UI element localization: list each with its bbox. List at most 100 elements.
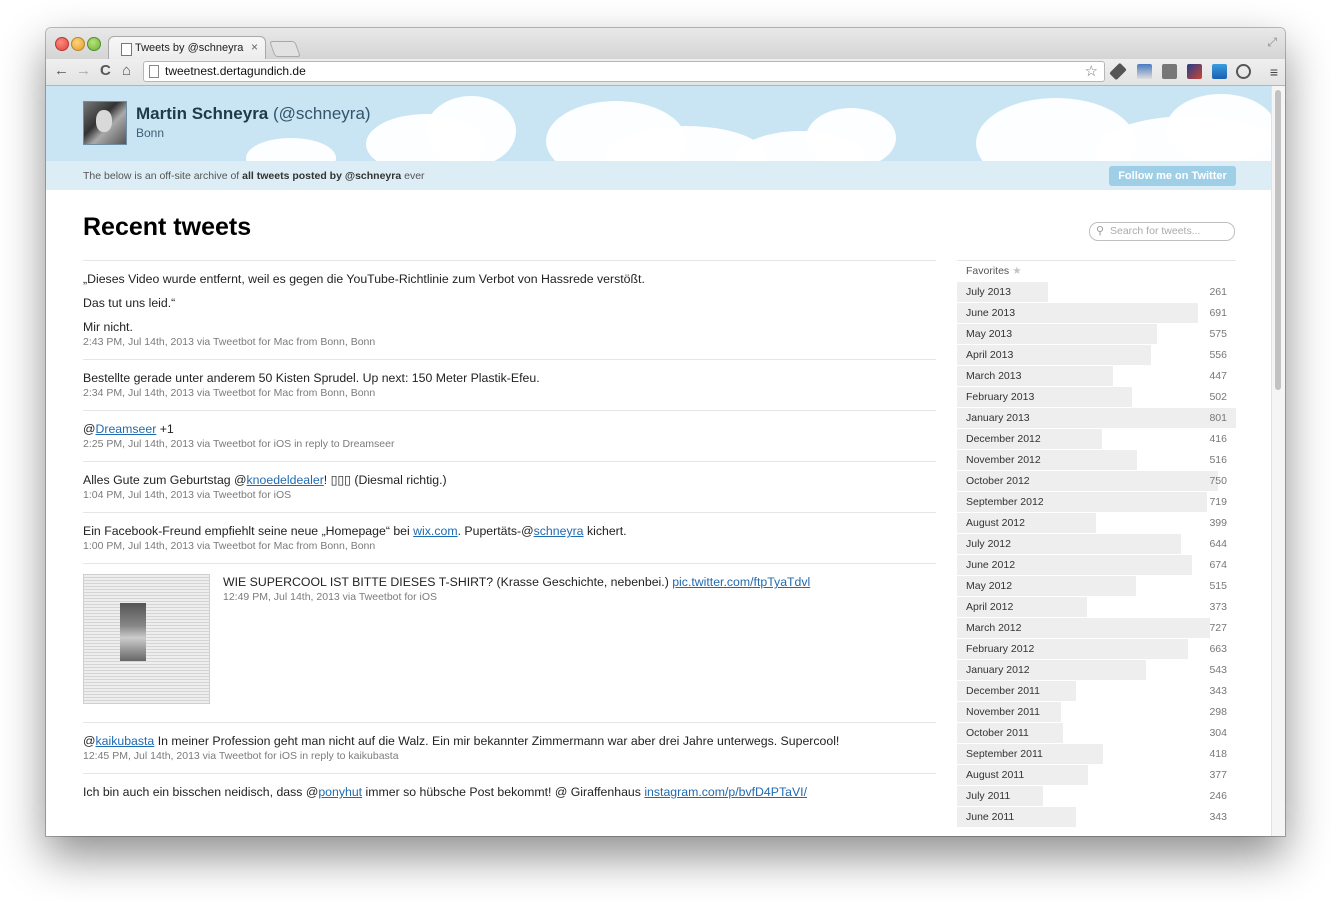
favorites-link[interactable]: Favorites ★ — [957, 260, 1236, 281]
scrollbar[interactable] — [1271, 86, 1285, 836]
month-label: March 2012 — [966, 622, 1022, 634]
month-count: 246 — [1209, 790, 1227, 802]
month-label: November 2012 — [966, 454, 1041, 466]
month-label: May 2012 — [966, 580, 1013, 592]
month-row[interactable]: November 2012 516 — [957, 449, 1236, 470]
month-row[interactable]: March 2013 447 — [957, 365, 1236, 386]
month-label: August 2012 — [966, 517, 1025, 529]
month-row[interactable]: August 2011 377 — [957, 764, 1236, 785]
cloud-decoration — [426, 96, 516, 161]
month-row[interactable]: October 2011 304 — [957, 722, 1236, 743]
avatar[interactable] — [83, 101, 127, 145]
month-row[interactable]: September 2011 418 — [957, 743, 1236, 764]
month-row[interactable]: January 2012 543 — [957, 659, 1236, 680]
month-label: July 2011 — [966, 790, 1011, 802]
display-name: Martin Schneyra — [136, 104, 269, 123]
month-row[interactable]: December 2012 416 — [957, 428, 1236, 449]
tab-title: Tweets by @schneyra — [135, 42, 244, 54]
tweet-text: WIE SUPERCOOL IST BITTE DIESES T-SHIRT? … — [223, 575, 811, 589]
month-row[interactable]: December 2011 343 — [957, 680, 1236, 701]
tweet-text: @kaikubasta In meiner Profession geht ma… — [83, 734, 840, 748]
month-row[interactable]: January 2013 801 — [957, 407, 1236, 428]
mention-link[interactable]: schneyra — [534, 524, 584, 538]
window-zoom-button[interactable] — [87, 37, 101, 51]
month-row[interactable]: March 2012 727 — [957, 617, 1236, 638]
month-row[interactable]: July 2013 261 — [957, 281, 1236, 302]
extension-icon[interactable] — [1162, 64, 1177, 79]
month-count: 418 — [1209, 748, 1227, 760]
tweet-meta: 12:45 PM, Jul 14th, 2013 via Tweetbot fo… — [83, 750, 399, 762]
star-icon: ★ — [1012, 265, 1022, 277]
month-count: 515 — [1209, 580, 1227, 592]
profile-location: Bonn — [136, 126, 165, 140]
follow-button[interactable]: Follow me on Twitter — [1109, 166, 1236, 186]
forward-button[interactable]: → — [76, 62, 91, 79]
tab-close-icon[interactable]: × — [251, 40, 258, 54]
home-button[interactable]: ⌂ — [122, 62, 131, 79]
month-row[interactable]: June 2013 691 — [957, 302, 1236, 323]
month-row[interactable]: May 2013 575 — [957, 323, 1236, 344]
reload-button[interactable]: C — [100, 62, 111, 79]
fullscreen-icon[interactable]: ⤢ — [1267, 35, 1277, 50]
archive-sidebar: Favorites ★ July 2013 261 June 2013 691 May 2… — [957, 260, 1236, 827]
photo-link[interactable]: pic.twitter.com/ftpTyaTdvl — [672, 575, 810, 589]
month-row[interactable]: April 2012 373 — [957, 596, 1236, 617]
month-row[interactable]: February 2012 663 — [957, 638, 1236, 659]
month-count: 663 — [1209, 643, 1227, 655]
window-minimize-button[interactable] — [71, 37, 85, 51]
tweet: Bestellte gerade unter anderem 50 Kisten… — [83, 359, 936, 410]
menu-icon[interactable]: ≡ — [1270, 64, 1278, 80]
archive-info-bar: The below is an off-site archive of all … — [46, 161, 1272, 190]
bookmark-star-icon[interactable]: ☆ — [1085, 62, 1098, 80]
month-count: 447 — [1209, 370, 1227, 382]
month-label: July 2013 — [966, 286, 1011, 298]
month-row[interactable]: June 2012 674 — [957, 554, 1236, 575]
mention-link[interactable]: knoedeldealer — [247, 473, 324, 487]
month-row[interactable]: February 2013 502 — [957, 386, 1236, 407]
month-label: March 2013 — [966, 370, 1022, 382]
month-row[interactable]: July 2012 644 — [957, 533, 1236, 554]
month-count: 399 — [1209, 517, 1227, 529]
tweet: Alles Gute zum Geburtstag @knoedeldealer… — [83, 461, 936, 512]
month-row[interactable]: August 2012 399 — [957, 512, 1236, 533]
month-count: 502 — [1209, 391, 1227, 403]
browser-window: Tweets by @schneyra × ⤢ ← → C ⌂ tweetnes… — [46, 28, 1285, 836]
month-count: 575 — [1209, 328, 1227, 340]
month-count: 727 — [1209, 622, 1227, 634]
month-label: January 2012 — [966, 664, 1030, 676]
profile-header: Martin Schneyra (@schneyra) Bonn — [46, 86, 1272, 161]
external-link[interactable]: instagram.com/p/bvfD4PTaVI/ — [644, 785, 807, 799]
tweet-text: @Dreamseer +1 — [83, 422, 174, 436]
external-link[interactable]: wix.com — [413, 524, 457, 538]
month-label: October 2012 — [966, 475, 1030, 487]
scrollbar-thumb[interactable] — [1275, 90, 1281, 390]
extension-icon[interactable] — [1187, 64, 1202, 79]
new-tab-button[interactable] — [269, 41, 301, 57]
month-count: 674 — [1209, 559, 1227, 571]
browser-tab[interactable]: Tweets by @schneyra × — [108, 36, 266, 60]
wrench-icon[interactable] — [1109, 62, 1127, 81]
month-row[interactable]: May 2012 515 — [957, 575, 1236, 596]
mention-link[interactable]: Dreamseer — [95, 422, 156, 436]
tweet-meta: 1:00 PM, Jul 14th, 2013 via Tweetbot for… — [83, 540, 376, 552]
back-button[interactable]: ← — [54, 62, 69, 79]
month-row[interactable]: April 2013 556 — [957, 344, 1236, 365]
tweet-photo-thumbnail[interactable] — [83, 574, 210, 704]
extension-icon[interactable] — [1212, 64, 1227, 79]
month-label: December 2011 — [966, 685, 1040, 697]
mention-link[interactable]: ponyhut — [318, 785, 362, 799]
month-label: February 2013 — [966, 391, 1035, 403]
search-placeholder: Search for tweets... — [1110, 225, 1201, 237]
month-row[interactable]: September 2012 719 — [957, 491, 1236, 512]
search-input[interactable]: ⚲ Search for tweets... — [1089, 222, 1235, 241]
month-row[interactable]: July 2011 246 — [957, 785, 1236, 806]
month-label: November 2011 — [966, 706, 1040, 718]
window-close-button[interactable] — [55, 37, 69, 51]
address-bar[interactable]: tweetnest.dertagundich.de ☆ — [143, 61, 1105, 82]
month-row[interactable]: November 2011 298 — [957, 701, 1236, 722]
mention-link[interactable]: kaikubasta — [95, 734, 154, 748]
month-row[interactable]: June 2011 343 — [957, 806, 1236, 827]
extension-icon[interactable] — [1137, 64, 1152, 79]
month-row[interactable]: October 2012 750 — [957, 470, 1236, 491]
sync-icon[interactable] — [1236, 64, 1251, 79]
